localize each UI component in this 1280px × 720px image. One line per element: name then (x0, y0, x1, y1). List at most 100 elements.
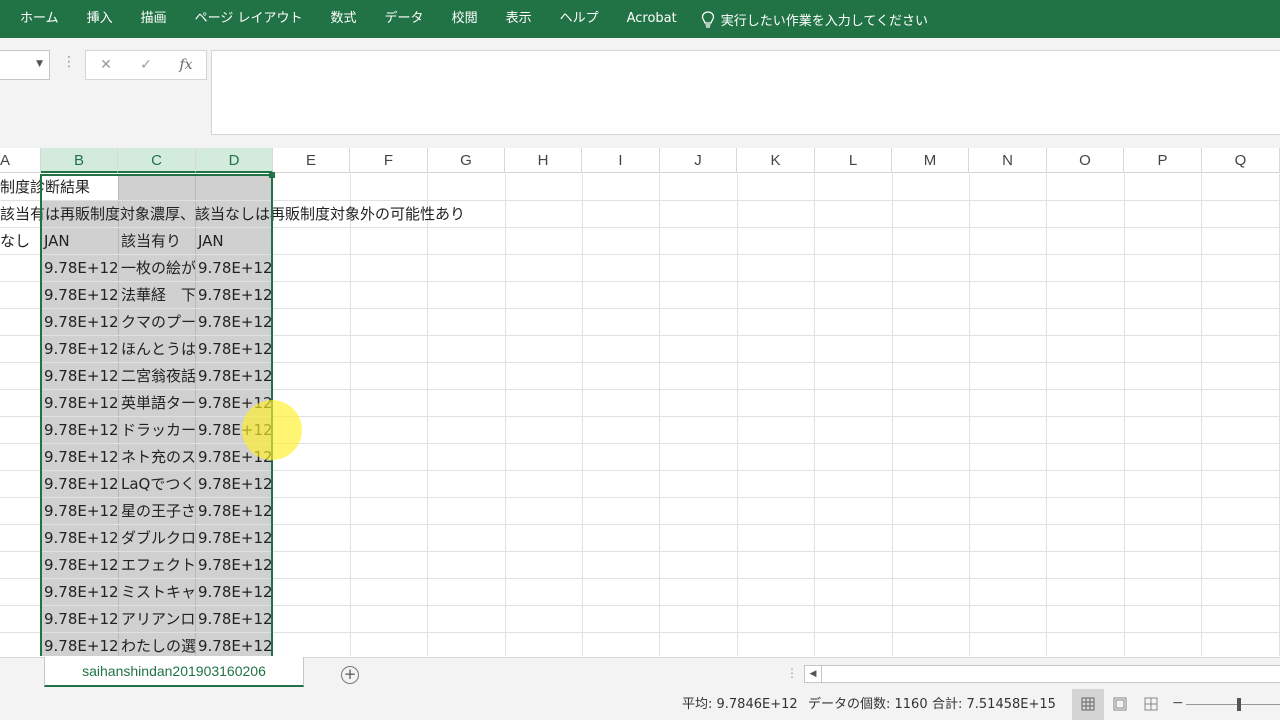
cell-d[interactable]: 9.78E+12 (195, 606, 273, 632)
zoom-slider-thumb[interactable] (1237, 698, 1241, 711)
drag-handle-icon[interactable]: ⋮ (786, 666, 798, 680)
drag-handle-icon[interactable]: ⋮ (62, 54, 76, 70)
cell-c[interactable]: エフェクト (118, 552, 195, 578)
cell-b[interactable]: 9.78E+12 (41, 525, 118, 551)
add-sheet-icon[interactable]: + (341, 666, 359, 684)
column-header-o[interactable]: O (1047, 148, 1124, 173)
column-header-h[interactable]: H (505, 148, 582, 173)
tab-insert[interactable]: 挿入 (73, 0, 127, 38)
column-header-g[interactable]: G (428, 148, 505, 173)
column-header-m[interactable]: M (892, 148, 969, 173)
cell-d[interactable]: 9.78E+12 (195, 255, 273, 281)
cell-c[interactable]: ほんとうは (118, 336, 195, 362)
cell-d[interactable]: 9.78E+12 (195, 282, 273, 308)
cell-d[interactable]: 9.78E+12 (195, 363, 273, 389)
sheet-tab-active[interactable]: saihanshindan201903160206 (44, 657, 304, 687)
cell-b[interactable]: 9.78E+12 (41, 444, 118, 470)
enter-icon[interactable]: ✓ (126, 57, 166, 73)
column-header-f[interactable]: F (350, 148, 428, 173)
cell-c3[interactable]: 該当有り (118, 228, 195, 254)
cell-d[interactable]: 9.78E+12 (195, 471, 273, 497)
column-header-q[interactable]: Q (1202, 148, 1280, 173)
tab-view[interactable]: 表示 (492, 0, 546, 38)
horizontal-scrollbar[interactable] (822, 665, 1280, 683)
view-normal-button[interactable] (1072, 689, 1104, 720)
cell-d[interactable]: 9.78E+12 (195, 498, 273, 524)
cell-c[interactable]: ダブルクロ (118, 525, 195, 551)
cell-b[interactable]: 9.78E+12 (41, 282, 118, 308)
column-header-n[interactable]: N (969, 148, 1047, 173)
column-header-d[interactable]: D (196, 148, 273, 173)
cell-c[interactable]: LaQでつく (118, 471, 195, 497)
cell-c[interactable]: ミストキャ (118, 579, 195, 605)
tab-home[interactable]: ホーム (0, 0, 73, 38)
cell-b[interactable]: 9.78E+12 (41, 417, 118, 443)
zoom-out-icon[interactable]: − (1172, 695, 1184, 711)
scroll-left-icon[interactable]: ◀ (804, 665, 822, 683)
column-header-l[interactable]: L (815, 148, 892, 173)
cell-d[interactable]: 9.78E+12 (195, 309, 273, 335)
column-header-p[interactable]: P (1124, 148, 1202, 173)
tab-formulas[interactable]: 数式 (317, 0, 371, 38)
cell-a3[interactable]: なし (0, 228, 41, 254)
formula-input[interactable] (211, 50, 1280, 135)
tell-me-search[interactable]: 実行したい作業を入力してください (691, 0, 928, 38)
column-header-a[interactable]: A (0, 148, 41, 173)
tab-acrobat[interactable]: Acrobat (613, 0, 691, 38)
cell-c[interactable]: ネト充のス (118, 444, 195, 470)
cell-c[interactable]: 二宮翁夜話 (118, 363, 195, 389)
normal-view-icon (1081, 697, 1095, 711)
cell-b[interactable]: 9.78E+12 (41, 471, 118, 497)
cell-c[interactable]: 英単語ター (118, 390, 195, 416)
cell-d[interactable]: 9.78E+12 (195, 525, 273, 551)
cell-d[interactable]: 9.78E+12 (195, 579, 273, 605)
column-header-i[interactable]: I (582, 148, 660, 173)
tab-draw[interactable]: 描画 (127, 0, 181, 38)
worksheet-grid[interactable]: A B C D E F G H I J K L M N O P Q 制度診断結果 (0, 148, 1280, 656)
view-page-layout-button[interactable] (1110, 695, 1130, 713)
column-header-j[interactable]: J (660, 148, 737, 173)
name-box[interactable]: ▼ (0, 50, 50, 80)
column-header-e[interactable]: E (273, 148, 350, 173)
cell-d[interactable]: 9.78E+12 (195, 552, 273, 578)
cell-d[interactable]: 9.78E+12 (195, 417, 273, 443)
cell-c[interactable]: クマのプー (118, 309, 195, 335)
cell-d[interactable]: 9.78E+12 (195, 390, 273, 416)
tab-page-layout[interactable]: ページ レイアウト (181, 0, 317, 38)
cell-b[interactable]: 9.78E+12 (41, 336, 118, 362)
cell-b[interactable]: 9.78E+12 (41, 498, 118, 524)
tab-help[interactable]: ヘルプ (546, 0, 613, 38)
cell-c[interactable]: わたしの選 (118, 633, 195, 656)
cell-d[interactable]: 9.78E+12 (195, 633, 273, 656)
column-header-k[interactable]: K (737, 148, 815, 173)
insert-function-icon[interactable]: fx (166, 57, 206, 73)
cell-b[interactable]: 9.78E+12 (41, 255, 118, 281)
column-header-c[interactable]: C (118, 148, 196, 173)
cell-b[interactable]: 9.78E+12 (41, 633, 118, 656)
chevron-down-icon[interactable]: ▼ (36, 59, 43, 69)
cell-c[interactable]: 法華経 下 (118, 282, 195, 308)
tab-data[interactable]: データ (371, 0, 438, 38)
cell-c[interactable]: アリアンロ (118, 606, 195, 632)
cell-b[interactable]: 9.78E+12 (41, 363, 118, 389)
cell-d3[interactable]: JAN (195, 228, 273, 254)
fill-handle[interactable] (269, 172, 275, 178)
cell-c[interactable]: 星の王子さ (118, 498, 195, 524)
cancel-icon[interactable]: ✕ (86, 57, 126, 73)
cell-b[interactable]: 9.78E+12 (41, 552, 118, 578)
cell-b3[interactable]: JAN (41, 228, 118, 254)
cell-a2[interactable]: 該当有は再販制度対象濃厚、該当なしは再販制度対象外の可能性あり (0, 201, 597, 227)
cell-d[interactable]: 9.78E+12 (195, 444, 273, 470)
column-header-b[interactable]: B (41, 148, 118, 173)
cell-b[interactable]: 9.78E+12 (41, 579, 118, 605)
cell-a1[interactable]: 制度診断結果 (0, 174, 197, 200)
tab-review[interactable]: 校閲 (438, 0, 492, 38)
view-page-break-button[interactable] (1141, 695, 1161, 713)
cell-b[interactable]: 9.78E+12 (41, 606, 118, 632)
cell-c[interactable]: ドラッカー (118, 417, 195, 443)
cell-d[interactable]: 9.78E+12 (195, 336, 273, 362)
cell-c[interactable]: 一枚の絵が (118, 255, 195, 281)
zoom-slider[interactable] (1186, 704, 1280, 705)
cell-b[interactable]: 9.78E+12 (41, 390, 118, 416)
cell-b[interactable]: 9.78E+12 (41, 309, 118, 335)
